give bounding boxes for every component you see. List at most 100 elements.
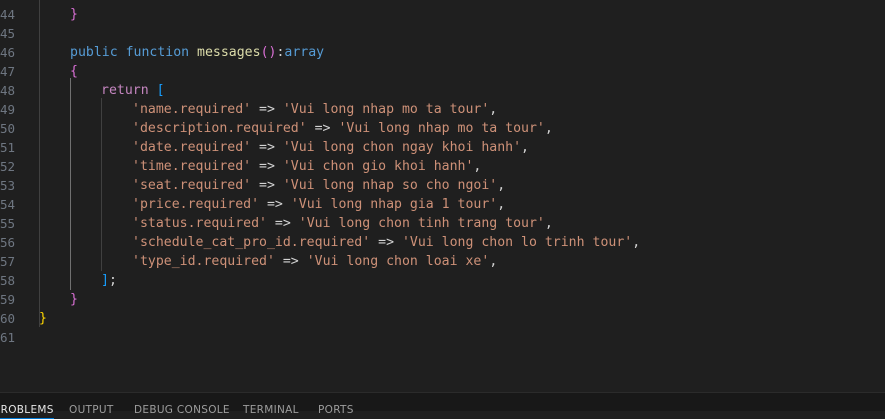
tab-terminal[interactable]: TERMINAL [243,404,299,416]
code-token: { [70,64,78,79]
line-number: 47 [0,64,16,79]
code-line[interactable]: 57 'type_id.required' => 'Vui long chon l… [0,252,885,271]
code-text: } [70,5,78,24]
code-token: return [101,83,157,98]
code-line[interactable]: 46 public function messages():array [0,43,885,62]
code-text: 'description.required' => 'Vui long nhap… [132,119,553,138]
line-number: 61 [0,330,16,345]
line-number: 55 [0,216,16,231]
code-line[interactable]: 44} [0,5,885,24]
code-line[interactable]: 52 'time.required' => 'Vui chon gio khoi … [0,157,885,176]
code-token: ; [108,273,117,288]
line-number: 45 [0,26,16,41]
code-token: 'price.required' [132,197,260,212]
line-number: 59 [0,292,16,307]
code-text: 'schedule_cat_pro_id.required' => 'Vui l… [132,233,640,252]
code-token: 'seat.required' [132,178,252,193]
code-token: public [70,45,126,60]
code-token: 'Vui long nhap gia 1 tour' [290,197,498,212]
code-line[interactable]: 55 'status.required' => 'Vui long chon ti… [0,214,885,233]
code-line[interactable]: 54 'price.required' => 'Vui long nhap gia… [0,195,885,214]
line-number: 56 [0,235,16,250]
code-line[interactable]: 59} [0,290,885,309]
code-token: 'Vui long nhap mo ta tour' [338,121,545,136]
code-token: 'time.required' [132,159,252,174]
code-text: public function messages():array [70,43,324,62]
line-number: 54 [0,197,16,212]
bottom-panel: PROBLEMS OUTPUT DEBUG CONSOLE TERMINAL P… [0,392,885,419]
tab-output[interactable]: OUTPUT [69,404,114,416]
code-token: 'Vui long chon ngay khoi hanh' [282,140,522,155]
code-line[interactable]: 56 'schedule_cat_pro_id.required' => 'Vui… [0,233,885,252]
code-token: 'description.required' [132,121,307,136]
line-number: 48 [0,83,16,98]
line-number: 50 [0,121,16,136]
line-number: 53 [0,178,16,193]
code-line[interactable]: 45 [0,24,885,43]
code-token: => [251,159,283,174]
code-token: , [544,216,553,231]
code-text: 'type_id.required' => 'Vui long chon loa… [132,252,497,271]
code-text: 'name.required' => 'Vui long nhap mo ta … [132,100,497,119]
code-token: , [632,235,641,250]
tab-debug-console[interactable]: DEBUG CONSOLE [134,404,230,416]
code-token: [ [156,83,165,98]
code-line[interactable]: 49 'name.required' => 'Vui long nhap mo t… [0,100,885,119]
code-token: => [306,121,339,136]
code-token: , [521,140,529,155]
code-token: 'Vui long chon loai xe' [306,254,490,269]
code-token: () [260,45,277,60]
code-token: => [251,102,283,117]
code-token: } [70,7,78,22]
code-token: ] [101,273,109,288]
code-text: } [39,309,47,328]
code-line[interactable]: 51 'date.required' => 'Vui long chon ngay… [0,138,885,157]
code-token: , [473,159,482,174]
code-text: return [ [101,81,165,100]
line-number: 60 [0,311,16,326]
code-token: } [39,311,47,326]
code-token: => [251,178,283,193]
code-token: , [489,254,498,269]
code-token: 'type_id.required' [132,254,275,269]
code-text: 'date.required' => 'Vui long chon ngay k… [132,138,529,157]
line-number: 57 [0,254,16,269]
code-line[interactable]: 58]; [0,271,885,290]
code-line[interactable]: 60} [0,309,885,328]
code-token: => [251,140,283,155]
code-editor[interactable]: 44} 45 46 public function messages():array 4… [0,0,885,392]
line-number: 44 [0,7,16,22]
code-text: 'status.required' => 'Vui long chon tinh… [132,214,553,233]
code-line[interactable]: 47 { [0,62,885,81]
line-number: 46 [0,45,16,60]
code-token: } [70,292,78,307]
code-token: 'schedule_cat_pro_id.required' [132,235,371,250]
line-number: 51 [0,140,16,155]
code-token: => [274,254,307,269]
code-token: => [266,216,299,231]
tab-ports[interactable]: PORTS [318,404,354,416]
code-token: function [125,45,198,60]
code-line[interactable]: 48 return [ [0,81,885,100]
tab-problems[interactable]: PROBLEMS [0,404,54,419]
code-token: , [544,121,553,136]
code-token: 'Vui long nhap mo ta tour' [282,102,490,117]
code-token: 'Vui long nhap so cho ngoi' [282,178,498,193]
code-line[interactable]: 50 'description.required' => 'Vui long nh… [0,119,885,138]
code-text: { [70,62,78,81]
line-number: 52 [0,159,16,174]
code-token: 'date.required' [132,140,252,155]
code-token: array [284,45,325,60]
code-token: 'Vui long chon lo trinh tour' [401,235,633,250]
code-line[interactable]: 53 'seat.required' => 'Vui long nhap so c… [0,176,885,195]
line-number: 58 [0,273,16,288]
code-token: , [497,197,506,212]
code-token: messages [197,45,261,60]
code-line[interactable]: 61 [0,328,885,347]
code-token: 'status.required' [132,216,267,231]
code-token: => [259,197,291,212]
code-text: 'price.required' => 'Vui long nhap gia 1… [132,195,505,214]
code-token: 'Vui chon gio khoi hanh' [282,159,474,174]
code-token: 'Vui long chon tinh trang tour' [298,216,545,231]
code-text: ]; [101,271,117,290]
